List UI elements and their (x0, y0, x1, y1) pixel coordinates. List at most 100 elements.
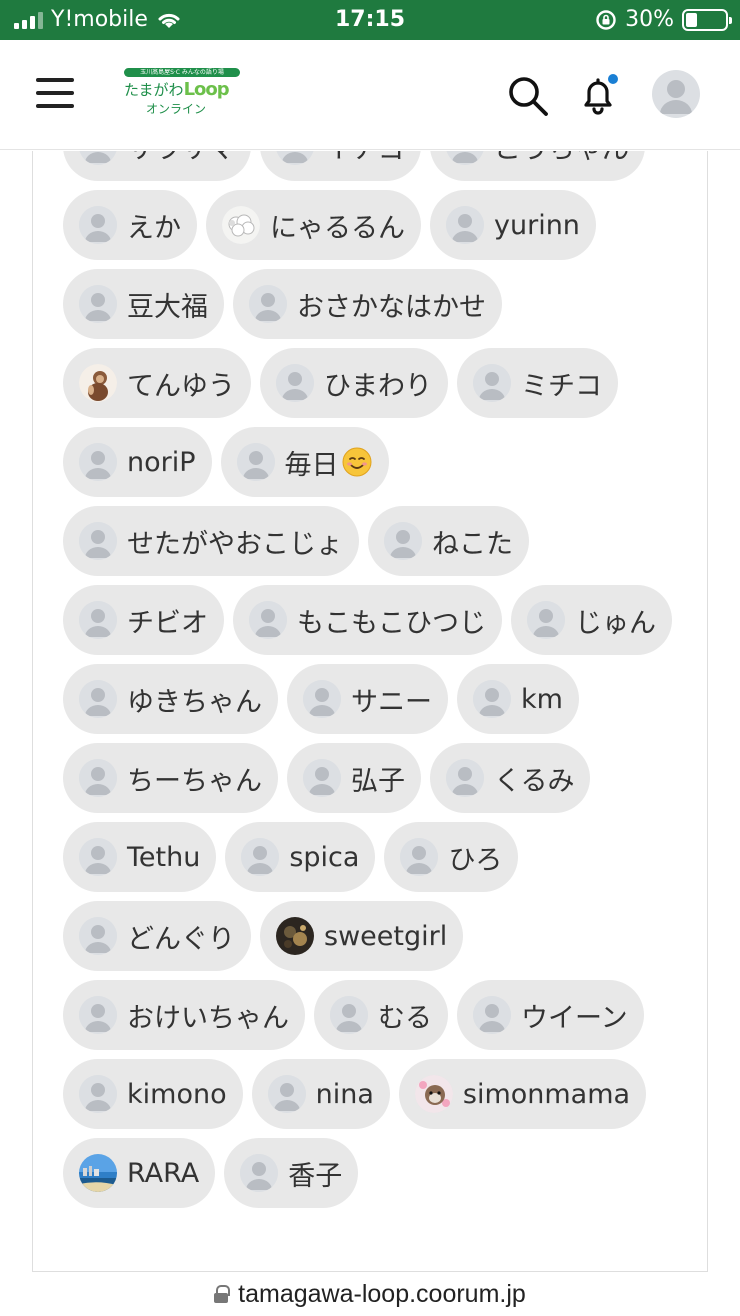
member-chip[interactable]: 弘子 (287, 743, 421, 813)
battery-percent: 30% (625, 7, 674, 32)
member-chip[interactable]: 毎日 (220, 427, 389, 497)
default-avatar-icon (79, 151, 117, 165)
default-avatar-icon (276, 364, 314, 402)
member-chip[interactable]: 豆大福 (63, 269, 224, 339)
member-chip[interactable]: spica (225, 822, 376, 892)
member-chip[interactable]: てんゆう (63, 348, 251, 418)
member-chip[interactable]: おさかなはかせ (233, 269, 502, 339)
member-name: ひまわり (324, 370, 432, 402)
lock-icon (214, 1285, 231, 1303)
member-chip[interactable]: kimono (63, 1059, 243, 1129)
site-logo[interactable]: 玉川髙島屋S·C みんなの語り場 たまがわLoop オンライン (124, 68, 240, 118)
default-avatar-icon (330, 996, 368, 1034)
member-chip[interactable]: yurinn (430, 190, 596, 260)
default-avatar-icon (79, 680, 117, 718)
member-chip[interactable]: えか (63, 190, 197, 260)
member-chip[interactable]: おけいちゃん (63, 980, 305, 1050)
member-chip[interactable]: どんぐり (63, 901, 251, 971)
default-avatar-icon (79, 443, 117, 481)
member-chip[interactable]: noriP (63, 427, 212, 497)
rotation-lock-icon (596, 9, 616, 30)
member-chip[interactable]: じゅん (511, 585, 672, 655)
member-chip[interactable]: RARA (63, 1138, 216, 1208)
member-chip[interactable]: km (457, 664, 579, 734)
default-avatar-icon (79, 522, 117, 560)
member-name: どんぐり (127, 923, 235, 955)
member-name: くるみ (494, 765, 575, 797)
member-chip[interactable]: ひろ (384, 822, 519, 892)
member-chip[interactable]: ミチコ (457, 348, 618, 418)
member-name: おけいちゃん (127, 1002, 289, 1034)
default-avatar-icon (79, 206, 117, 244)
member-chip[interactable]: こうちゃん (430, 151, 645, 181)
member-chip[interactable]: nina (251, 1059, 390, 1129)
notification-dot (606, 72, 620, 86)
member-list-panel: サラサマ イチゴ こうちゃん えか にゃるるん yurinn 豆大福 おさかなは… (32, 151, 708, 1272)
logo-sub: オンライン (146, 102, 207, 116)
default-avatar-icon (303, 759, 341, 797)
member-name: こうちゃん (494, 151, 629, 166)
member-chip[interactable]: ちーちゃん (63, 743, 278, 813)
member-name: 香子 (288, 1160, 343, 1192)
member-name: じゅん (575, 607, 656, 639)
member-chip[interactable]: イチゴ (260, 151, 421, 181)
browser-url-bar[interactable]: tamagawa-loop.coorum.jp (0, 1272, 740, 1316)
member-name: RARA (127, 1157, 200, 1189)
default-avatar-icon (240, 1154, 279, 1192)
member-chip[interactable]: ねこた (368, 506, 529, 576)
member-chip[interactable]: むる (314, 980, 448, 1050)
default-avatar-icon (473, 996, 511, 1034)
default-avatar-icon (473, 680, 511, 718)
member-name: おさかなはかせ (297, 291, 486, 323)
user-avatar[interactable] (652, 70, 700, 118)
member-chip[interactable]: チビオ (63, 585, 224, 655)
member-name: 毎日 (284, 449, 339, 481)
member-name: kimono (127, 1078, 227, 1110)
member-name: もこもこひつじ (297, 607, 486, 639)
member-name: サニー (351, 686, 432, 718)
member-chip[interactable]: 香子 (224, 1138, 359, 1208)
member-name: ちーちゃん (127, 765, 262, 797)
member-name: Tethu (127, 841, 201, 873)
menu-icon[interactable] (36, 78, 74, 108)
member-name: 豆大福 (127, 291, 208, 323)
member-name: simonmama (462, 1078, 631, 1110)
battery-icon (682, 8, 732, 31)
member-name: せたがやおこじょ (127, 528, 343, 560)
member-name: えか (127, 212, 181, 244)
member-name: ミチコ (521, 370, 602, 402)
member-chip[interactable]: サニー (287, 664, 448, 734)
member-chip[interactable]: サラサマ (63, 151, 251, 181)
member-name: spica (289, 841, 360, 873)
member-chip[interactable]: せたがやおこじょ (63, 506, 359, 576)
default-avatar-icon (473, 364, 511, 402)
search-icon[interactable] (506, 74, 550, 118)
member-chip[interactable]: ゆきちゃん (63, 664, 278, 734)
member-chip[interactable]: もこもこひつじ (233, 585, 502, 655)
member-chip[interactable]: sweetgirl (260, 901, 464, 971)
notification-button[interactable] (576, 72, 622, 118)
member-name: ウイーン (521, 1002, 628, 1034)
member-chip[interactable]: simonmama (398, 1059, 647, 1129)
smiling-face-emoji-icon (341, 446, 373, 478)
default-avatar-icon (79, 917, 117, 955)
default-avatar-icon (236, 443, 275, 481)
default-avatar-icon (446, 151, 484, 165)
default-avatar-icon (660, 80, 692, 114)
default-avatar-icon (241, 838, 280, 876)
default-avatar-icon (249, 285, 287, 323)
default-avatar-icon (446, 206, 484, 244)
member-name: noriP (127, 446, 196, 478)
default-avatar-icon (249, 601, 287, 639)
member-name: てんゆう (127, 370, 235, 402)
default-avatar-icon (400, 838, 439, 876)
member-name: イチゴ (324, 151, 405, 166)
member-name: 弘子 (351, 765, 405, 797)
member-chip[interactable]: Tethu (63, 822, 217, 892)
member-chip[interactable]: にゃるるん (206, 190, 421, 260)
default-avatar-icon (79, 285, 117, 323)
member-chip[interactable]: ウイーン (457, 980, 644, 1050)
member-name: sweetgirl (324, 920, 448, 952)
member-chip[interactable]: くるみ (430, 743, 591, 813)
member-chip[interactable]: ひまわり (260, 348, 448, 418)
